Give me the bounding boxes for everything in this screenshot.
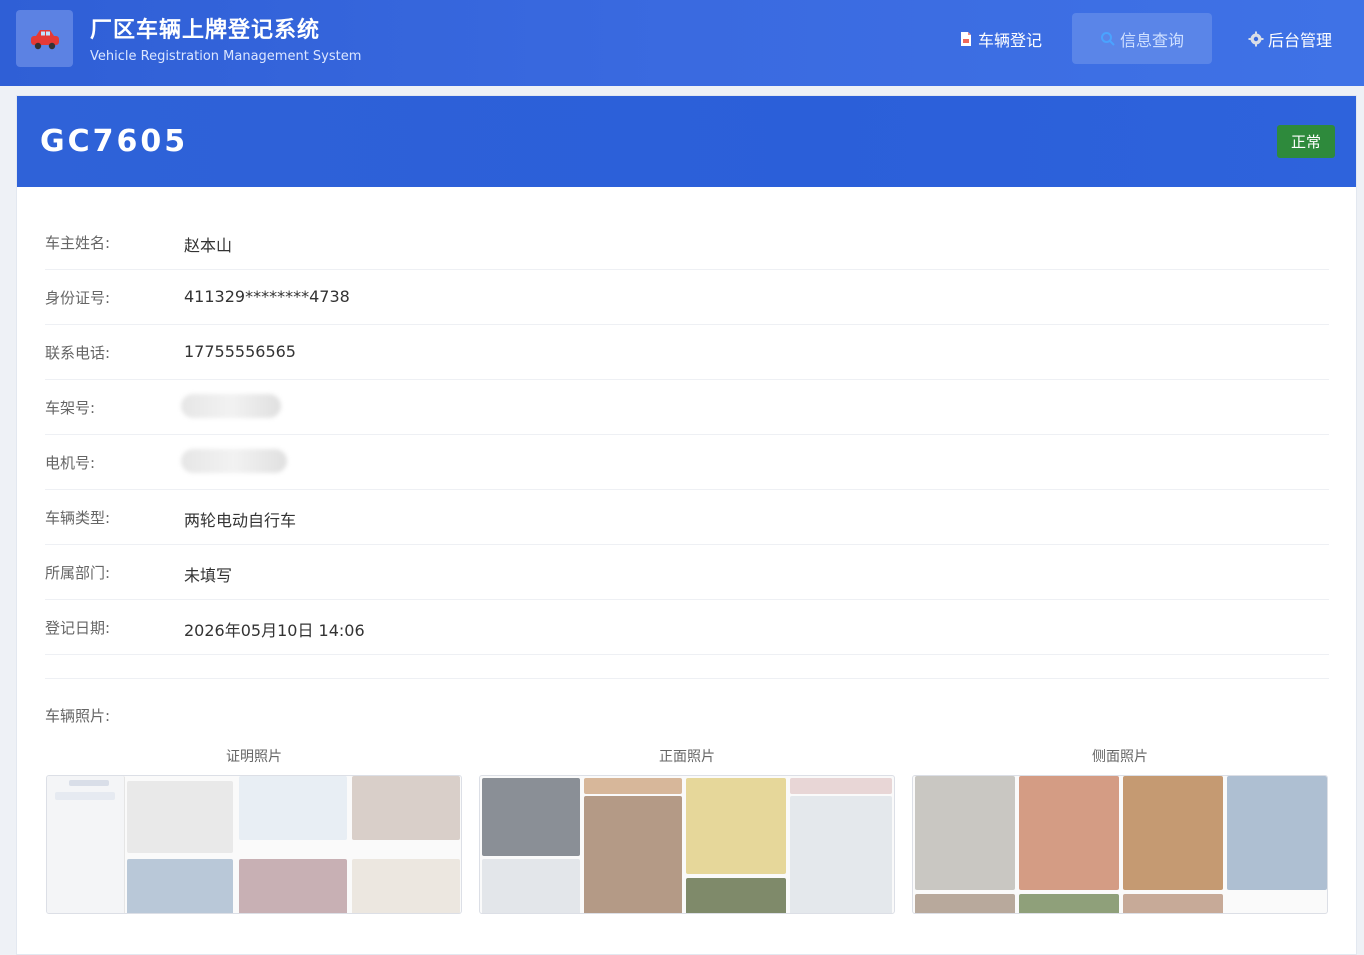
card-header: GC7605 正常	[17, 96, 1356, 187]
nav-label: 后台管理	[1267, 30, 1332, 50]
top-header: 厂区车辆上牌登记系统 Vehicle Registration Manageme…	[0, 0, 1364, 86]
field-motor-number: 电机号:	[45, 435, 1329, 490]
app-title: 厂区车辆上牌登记系统	[90, 18, 321, 43]
field-label: 电机号:	[45, 454, 96, 472]
photo-thumbnail[interactable]	[912, 775, 1328, 914]
field-department: 所属部门: 未填写	[45, 545, 1329, 600]
photo-side: 侧面照片	[912, 746, 1328, 914]
field-value: 411329********4738	[184, 287, 350, 306]
photo-thumbnail[interactable]	[479, 775, 895, 914]
gear-icon	[1248, 31, 1264, 46]
photo-caption: 证明照片	[226, 749, 282, 765]
app-logo	[16, 10, 73, 67]
photo-front: 正面照片	[479, 746, 895, 914]
photo-caption: 正面照片	[659, 749, 715, 765]
field-registration-date: 登记日期: 2026年05月10日 14:06	[45, 600, 1329, 655]
nav-label: 车辆登记	[977, 30, 1042, 50]
vehicle-detail-card: GC7605 正常 车主姓名: 赵本山 身份证号: 411329********…	[16, 95, 1357, 955]
field-value: 17755556565	[184, 342, 296, 361]
field-value: 赵本山	[184, 236, 233, 255]
nav-label: 信息查询	[1119, 30, 1184, 50]
photo-thumbnail[interactable]	[46, 775, 462, 914]
search-icon	[1100, 31, 1115, 46]
field-vehicle-type: 车辆类型: 两轮电动自行车	[45, 490, 1329, 545]
field-label: 身份证号:	[45, 289, 111, 307]
document-icon	[960, 31, 971, 46]
photo-certificate: 证明照片	[46, 746, 462, 914]
field-frame-number: 车架号:	[45, 380, 1329, 435]
field-label: 车主姓名:	[45, 234, 111, 252]
redacted-value	[181, 394, 281, 418]
field-label: 车辆类型:	[45, 509, 111, 527]
field-value: 2026年05月10日 14:06	[184, 621, 365, 640]
photos-label: 车辆照片:	[45, 707, 111, 725]
field-phone: 联系电话: 17755556565	[45, 325, 1329, 380]
nav-admin[interactable]: 后台管理	[1230, 13, 1350, 64]
redacted-value	[181, 449, 287, 473]
field-value: 两轮电动自行车	[184, 511, 297, 530]
nav-info-query[interactable]: 信息查询	[1072, 13, 1212, 64]
photo-caption: 侧面照片	[1092, 749, 1148, 765]
status-badge: 正常	[1277, 125, 1335, 158]
field-value: 未填写	[184, 566, 233, 585]
divider	[45, 678, 1329, 679]
field-owner-name: 车主姓名: 赵本山	[45, 215, 1329, 270]
nav-vehicle-registration[interactable]: 车辆登记	[945, 13, 1055, 64]
field-label: 登记日期:	[45, 619, 111, 637]
car-icon	[30, 29, 59, 49]
field-id-number: 身份证号: 411329********4738	[45, 270, 1329, 325]
app-subtitle: Vehicle Registration Management System	[90, 49, 362, 64]
field-label: 车架号:	[45, 399, 96, 417]
field-label: 所属部门:	[45, 564, 111, 582]
plate-number: GC7605	[40, 124, 189, 159]
field-label: 联系电话:	[45, 344, 111, 362]
